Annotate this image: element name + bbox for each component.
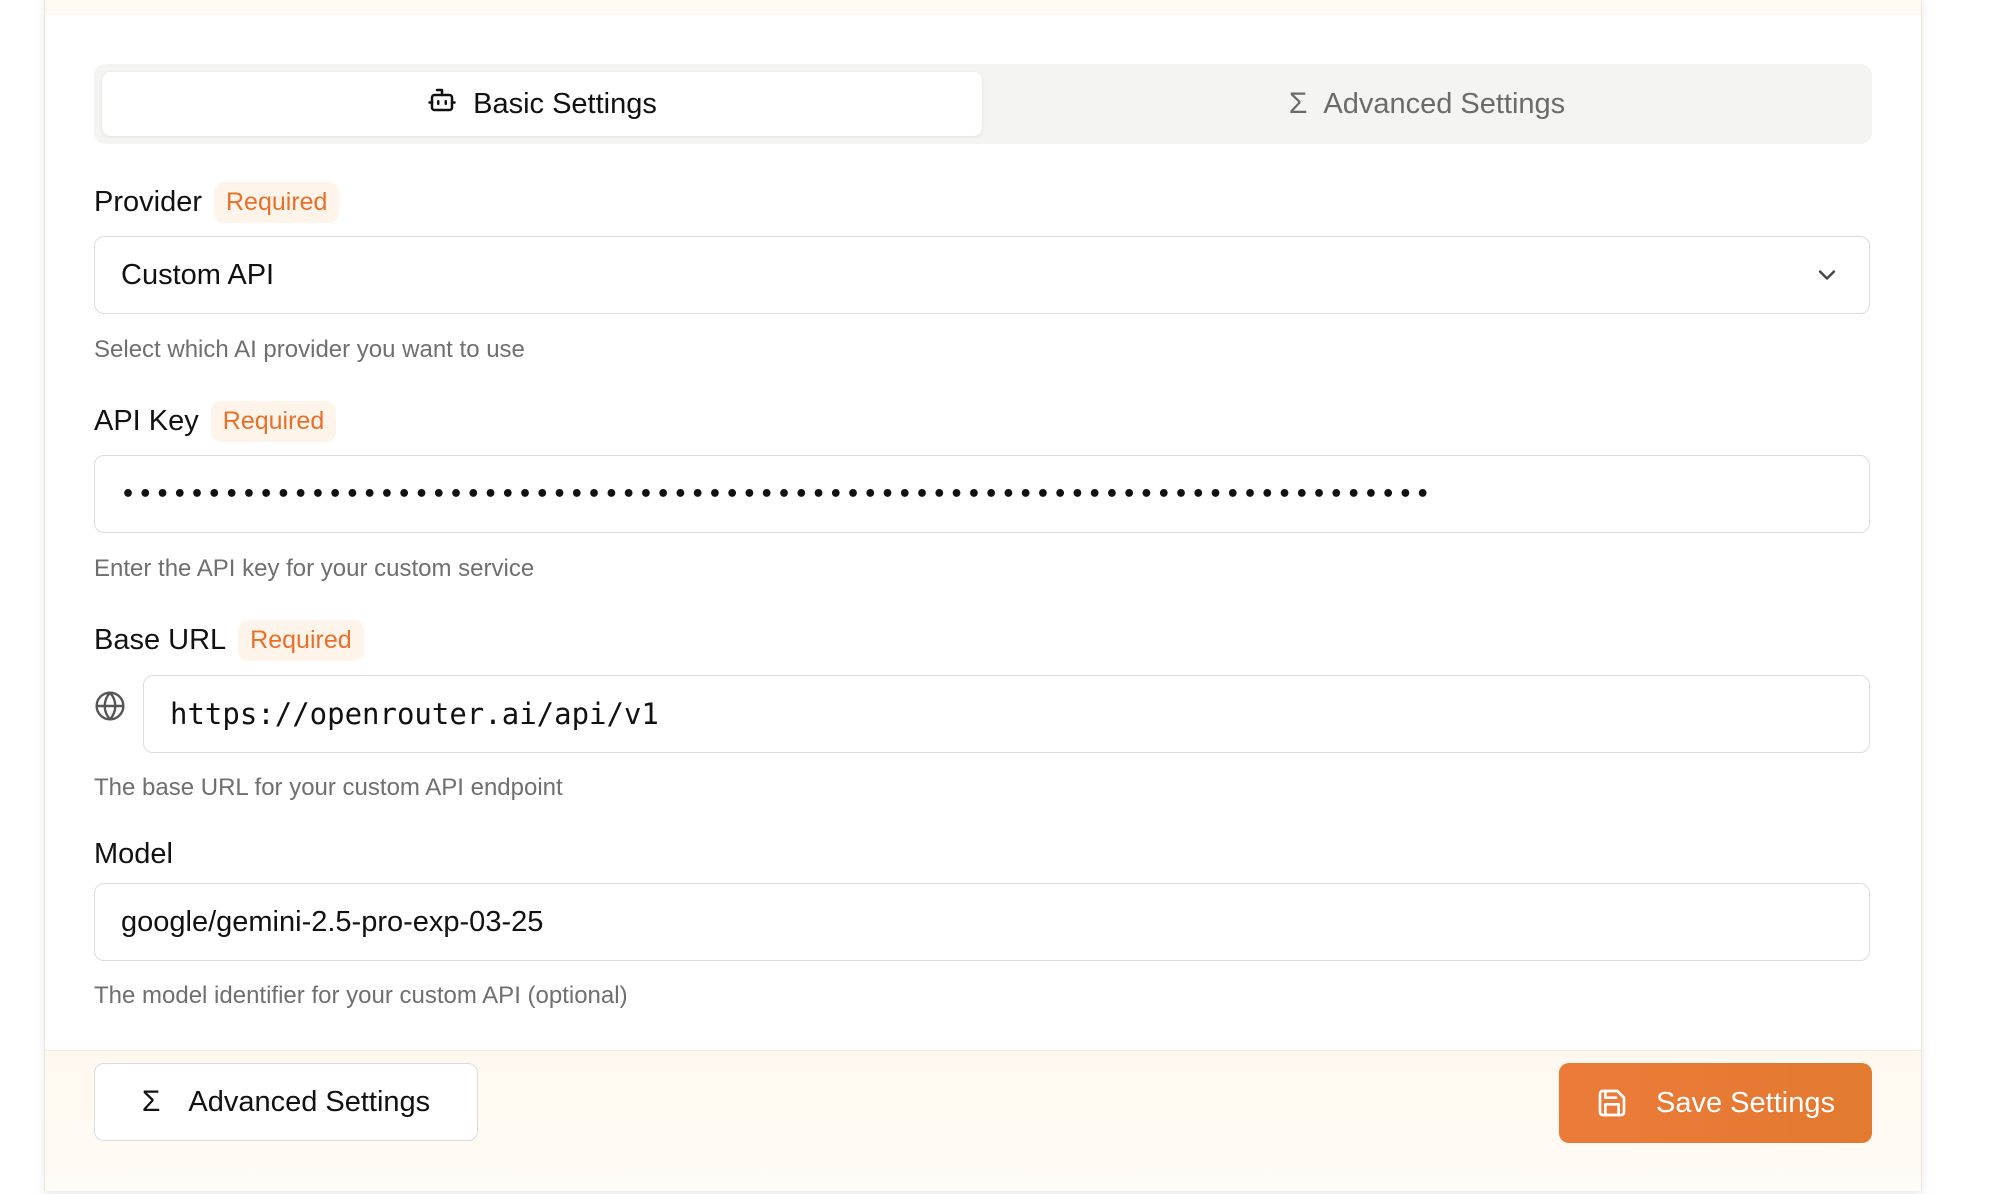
card-footer: Σ Advanced Settings Save Settings	[45, 1050, 1921, 1191]
settings-card: Basic Settings Σ Advanced Settings Provi…	[44, 0, 1922, 1191]
api-key-value: ••••••••••••••••••••••••••••••••••••••••…	[121, 481, 1433, 507]
advanced-settings-button[interactable]: Σ Advanced Settings	[94, 1063, 478, 1141]
tab-basic-label: Basic Settings	[473, 87, 657, 120]
tab-basic-settings[interactable]: Basic Settings	[102, 72, 982, 136]
base-url-label: Base URL	[94, 624, 227, 656]
base-url-label-row: Base URL Required	[94, 620, 364, 661]
provider-label-row: Provider Required	[94, 182, 340, 223]
provider-select-value: Custom API	[121, 258, 275, 291]
required-badge: Required	[210, 401, 337, 442]
bot-icon	[427, 85, 457, 123]
provider-label: Provider	[94, 186, 202, 218]
sigma-icon: Σ	[141, 1085, 161, 1118]
globe-icon	[95, 691, 125, 721]
api-key-hint: Enter the API key for your custom servic…	[94, 555, 535, 582]
base-url-value: https://openrouter.ai/api/v1	[170, 697, 659, 731]
model-input[interactable]: google/gemini-2.5-pro-exp-03-25	[94, 883, 1870, 961]
required-badge: Required	[214, 182, 340, 223]
base-url-hint: The base URL for your custom API endpoin…	[94, 774, 563, 801]
sigma-icon: Σ	[1288, 87, 1308, 120]
required-badge: Required	[238, 620, 364, 661]
model-value: google/gemini-2.5-pro-exp-03-25	[121, 905, 544, 938]
model-hint: The model identifier for your custom API…	[94, 982, 628, 1009]
save-icon	[1598, 1089, 1626, 1117]
tab-advanced-settings[interactable]: Σ Advanced Settings	[990, 72, 1864, 136]
model-label-row: Model	[94, 838, 173, 871]
api-key-label: API Key	[94, 405, 199, 437]
provider-hint: Select which AI provider you want to use	[94, 336, 525, 363]
api-key-label-row: API Key Required	[94, 401, 337, 442]
api-key-input[interactable]: ••••••••••••••••••••••••••••••••••••••••…	[94, 455, 1870, 533]
save-settings-button[interactable]: Save Settings	[1559, 1063, 1872, 1143]
card-top-strip	[45, 0, 1921, 15]
model-label: Model	[94, 838, 173, 870]
base-url-input[interactable]: https://openrouter.ai/api/v1	[143, 675, 1870, 753]
save-settings-button-label: Save Settings	[1656, 1086, 1835, 1119]
settings-tabs: Basic Settings Σ Advanced Settings	[94, 64, 1872, 144]
chevron-down-icon	[1818, 270, 1836, 280]
provider-select[interactable]: Custom API	[94, 236, 1870, 314]
advanced-settings-button-label: Advanced Settings	[188, 1085, 431, 1118]
tab-advanced-label: Advanced Settings	[1323, 87, 1566, 120]
